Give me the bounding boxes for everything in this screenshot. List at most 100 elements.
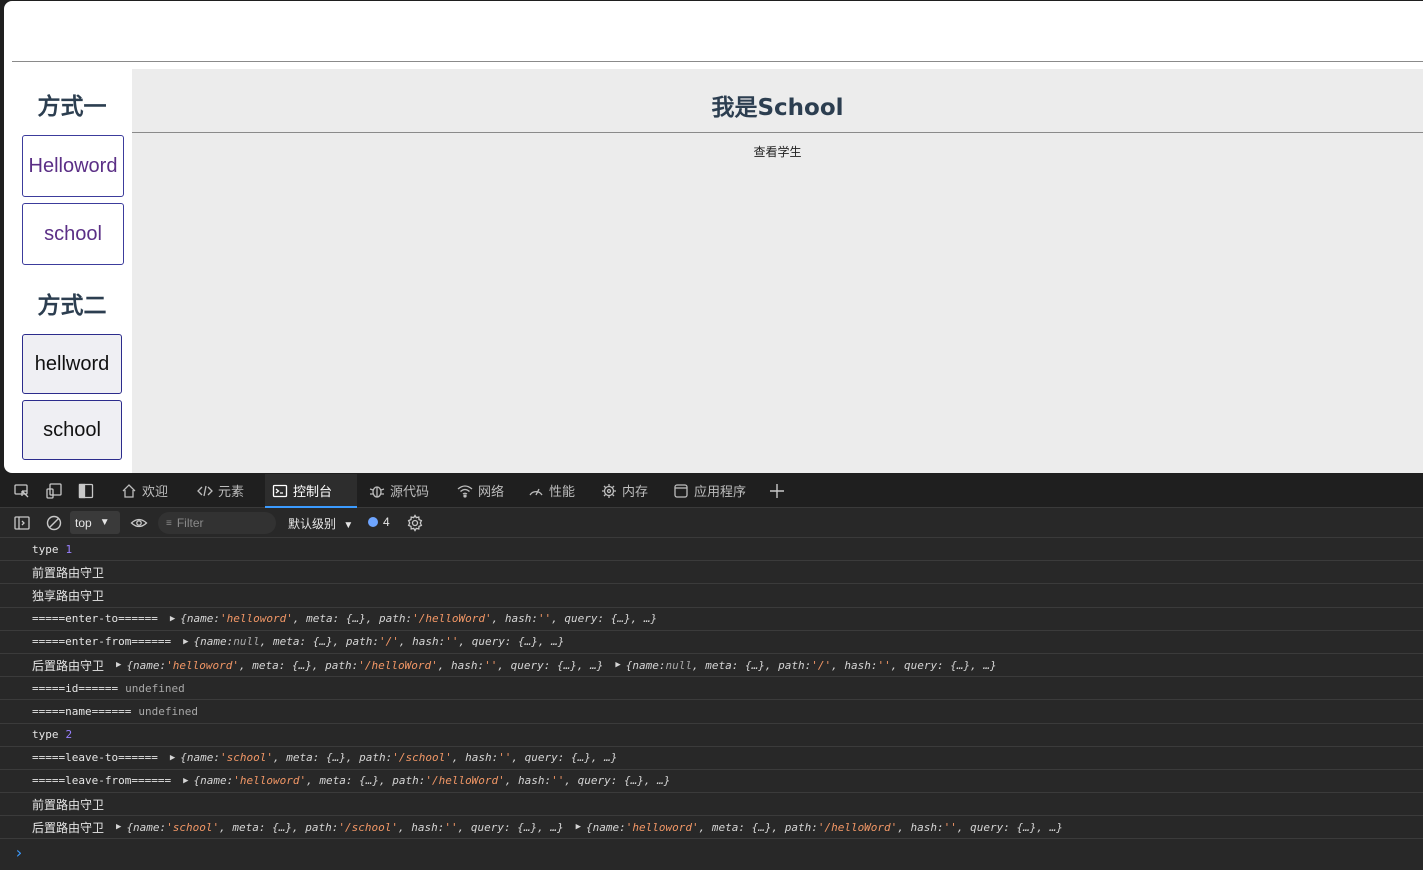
console-line: 后置路由守卫 ▶ {name: 'helloword', meta: {…}, p… [0,654,1423,678]
log-value: undefined [138,704,198,718]
log-text: =====name====== [32,704,132,718]
expand-triangle-icon: ▶ [575,822,581,833]
helloword-router-link[interactable]: Helloword [22,135,124,197]
clear-console-icon[interactable] [45,514,63,532]
filter-placeholder: Filter [176,516,204,530]
context-select[interactable]: top ▼ [70,511,120,534]
main-content: 我是School 查看学生 [132,69,1423,473]
expand-triangle-icon: ▶ [116,660,122,671]
console-line: 后置路由守卫 ▶ {name: 'school', meta: {…}, path… [0,816,1423,840]
route-object-preview[interactable]: ▶ {name: 'helloword', meta: {…}, path: '/… [170,612,657,625]
code-icon [196,482,214,500]
console-line: type 2 [0,724,1423,747]
tab-label: 性能 [549,484,576,499]
tab-label: 源代码 [390,484,430,499]
filter-icon: ≡ [166,517,172,529]
log-text: =====enter-from====== [32,635,172,649]
console-line: 独享路由守卫 [0,584,1423,608]
console-line: =====enter-to====== ▶ {name: 'helloword',… [0,608,1423,631]
tab-label: 内存 [622,484,649,499]
expand-triangle-icon: ▶ [615,660,621,671]
console-line: 前置路由守卫 [0,793,1423,817]
log-value: undefined [125,681,185,695]
log-text: 前置路由守卫 [32,565,105,580]
sidebar: 方式一 Helloword school 方式二 hellword school [12,69,132,473]
hellword-button[interactable]: hellword [22,334,122,394]
expand-triangle-icon: ▶ [183,775,189,786]
console-line: =====name====== undefined [0,700,1423,724]
dock-side-icon[interactable] [77,482,95,500]
tab-network[interactable]: 网络 [450,474,510,507]
log-text: 后置路由守卫 [32,820,105,835]
devtools-panel: 欢迎 元素 控制台 源代码 网络 性能 内存 应用程序 top ▼ ≡ Filt… [0,474,1423,870]
log-text: type [32,728,59,742]
log-text: type [32,542,59,556]
log-text: 后置路由守卫 [32,658,105,673]
message-icon [368,517,378,527]
route-object-preview[interactable]: ▶ {name: null, meta: {…}, path: '/', hash… [183,635,564,648]
device-emulation-icon[interactable] [45,482,63,500]
log-level-select[interactable]: 默认级别 ▼ [288,515,353,532]
inspect-icon[interactable] [13,482,31,500]
school-button[interactable]: school [22,400,122,460]
log-text: =====enter-to====== [32,612,158,626]
add-tab-icon[interactable] [768,482,786,500]
sidebar-toggle-icon[interactable] [13,514,31,532]
route-object-preview[interactable]: ▶ {name: 'helloword', meta: {…}, path: '/… [116,659,603,672]
heading-method-one: 方式一 [37,94,107,120]
view-students-link[interactable]: 查看学生 [132,143,1423,160]
tab-performance[interactable]: 性能 [521,474,581,507]
tab-welcome[interactable]: 欢迎 [114,474,174,507]
bug-icon [368,482,386,500]
devtools-tabbar: 欢迎 元素 控制台 源代码 网络 性能 内存 应用程序 [0,474,1423,508]
tab-sources[interactable]: 源代码 [362,474,435,507]
console-output: type 1 前置路由守卫 独享路由守卫 =====enter-to====== … [0,538,1423,870]
log-number: 2 [65,728,73,742]
tab-elements[interactable]: 元素 [190,474,250,507]
log-level-value: 默认级别 [288,517,337,531]
header-divider [12,61,1423,62]
settings-gear-icon[interactable] [406,514,424,532]
tab-label: 元素 [218,484,245,499]
tab-label: 网络 [478,484,505,499]
wifi-icon [456,482,474,500]
school-router-link[interactable]: school [22,203,124,265]
console-icon [271,482,289,500]
expand-triangle-icon: ▶ [183,636,189,647]
log-text: =====leave-from====== [32,774,172,788]
page-viewport: 方式一 Helloword school 方式二 hellword school… [4,1,1423,473]
expand-triangle-icon: ▶ [169,752,176,763]
issues-count: 4 [383,515,390,529]
expand-triangle-icon: ▶ [116,822,122,833]
tab-label: 欢迎 [142,484,169,499]
chevron-down-icon: ▼ [99,517,110,528]
tab-label: 应用程序 [694,484,747,499]
route-object-preview[interactable]: ▶ {name: 'school', meta: {…}, path: '/sch… [116,821,564,834]
console-line: 前置路由守卫 [0,561,1423,585]
route-object-preview[interactable]: ▶ {name: null, meta: {…}, path: '/', hash… [615,659,996,672]
application-icon [672,482,690,500]
console-prompt-icon[interactable]: › [14,843,24,862]
tab-application[interactable]: 应用程序 [666,474,752,507]
page-title: 我是School [711,95,844,121]
route-object-preview[interactable]: ▶ {name: 'school', meta: {…}, path: '/sch… [170,751,618,764]
tab-console[interactable]: 控制台 [265,474,357,508]
performance-icon [527,482,545,500]
memory-icon [600,482,618,500]
live-expression-eye-icon[interactable] [130,514,148,532]
log-number: 1 [65,542,73,556]
route-object-preview[interactable]: ▶ {name: 'helloword', meta: {…}, path: '/… [183,774,670,787]
log-text: 独享路由守卫 [32,588,105,603]
chevron-down-icon: ▼ [343,520,354,531]
tab-label: 控制台 [293,484,333,499]
console-line: =====leave-from====== ▶ {name: 'helloword… [0,770,1423,794]
issues-counter[interactable]: 4 [368,515,390,529]
route-object-preview[interactable]: ▶ {name: 'helloword', meta: {…}, path: '/… [576,821,1063,834]
heading-method-two: 方式二 [37,293,107,319]
filter-input[interactable]: ≡ Filter [158,512,276,534]
tab-memory[interactable]: 内存 [594,474,654,507]
console-line: =====leave-to====== ▶ {name: 'school', me… [0,747,1423,770]
log-text: 前置路由守卫 [32,797,105,812]
log-text: =====leave-to====== [32,751,158,765]
console-line: =====enter-from====== ▶ {name: null, meta… [0,631,1423,654]
